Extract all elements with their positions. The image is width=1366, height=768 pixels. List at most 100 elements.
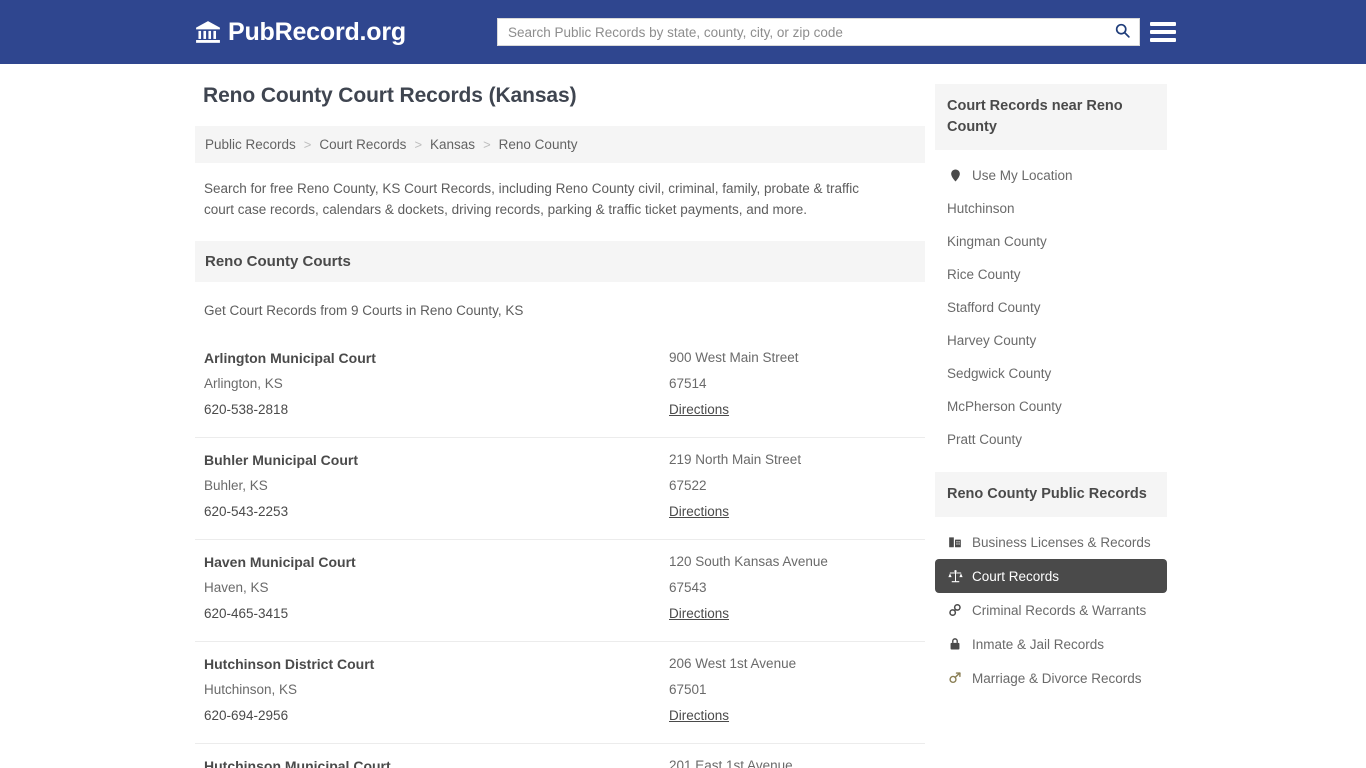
nearby-records-panel: Court Records near Reno County Use My Lo… bbox=[935, 84, 1167, 456]
sidebar-item-rice-county[interactable]: Rice County bbox=[935, 258, 1167, 291]
sidebar-item-label: Criminal Records & Warrants bbox=[972, 603, 1146, 618]
court-city-state: Buhler, KS bbox=[204, 473, 669, 499]
sidebar-item-label: Use My Location bbox=[972, 168, 1073, 183]
court-name: Hutchinson Municipal Court bbox=[204, 753, 669, 768]
table-row: Haven Municipal Court Haven, KS 620-465-… bbox=[195, 540, 925, 642]
bank-icon bbox=[195, 19, 221, 45]
court-phone: 620-694-2956 bbox=[204, 703, 669, 729]
breadcrumb-item-court-records[interactable]: Court Records bbox=[319, 137, 406, 152]
court-zip: 67543 bbox=[669, 575, 915, 601]
content-container: Reno County Court Records (Kansas) Publi… bbox=[195, 64, 1167, 768]
sidebar-item-business-licenses[interactable]: Business Licenses & Records bbox=[935, 525, 1167, 559]
sidebar-item-mcpherson-county[interactable]: McPherson County bbox=[935, 390, 1167, 423]
gender-icon bbox=[947, 670, 963, 686]
search-button[interactable] bbox=[1105, 19, 1139, 45]
breadcrumb-separator: > bbox=[414, 137, 422, 152]
breadcrumb-item-public-records[interactable]: Public Records bbox=[205, 137, 296, 152]
table-row: Hutchinson Municipal Court Hutchinson, K… bbox=[195, 744, 925, 768]
sidebar-item-label: Rice County bbox=[947, 267, 1021, 282]
court-info: Hutchinson District Court Hutchinson, KS… bbox=[204, 651, 669, 729]
sidebar-item-hutchinson[interactable]: Hutchinson bbox=[935, 192, 1167, 225]
scales-icon bbox=[947, 568, 963, 584]
court-info: Hutchinson Municipal Court Hutchinson, K… bbox=[204, 753, 669, 768]
court-address: 206 West 1st Avenue bbox=[669, 651, 915, 677]
hamburger-bar bbox=[1150, 30, 1176, 34]
court-address: 219 North Main Street bbox=[669, 447, 915, 473]
lock-icon bbox=[947, 636, 963, 652]
court-address-block: 219 North Main Street 67522 Directions bbox=[669, 447, 915, 525]
directions-link[interactable]: Directions bbox=[669, 397, 729, 423]
court-address: 201 East 1st Avenue bbox=[669, 753, 915, 768]
court-phone: 620-543-2253 bbox=[204, 499, 669, 525]
search-icon bbox=[1114, 22, 1131, 42]
nearby-panel-list: Use My Location Hutchinson Kingman Count… bbox=[935, 150, 1167, 456]
sidebar-item-criminal-records[interactable]: Criminal Records & Warrants bbox=[935, 593, 1167, 627]
sidebar-item-harvey-county[interactable]: Harvey County bbox=[935, 324, 1167, 357]
sidebar-item-label: McPherson County bbox=[947, 399, 1062, 414]
logo-text: PubRecord.org bbox=[228, 18, 406, 47]
court-info: Haven Municipal Court Haven, KS 620-465-… bbox=[204, 549, 669, 627]
court-address-block: 206 West 1st Avenue 67501 Directions bbox=[669, 651, 915, 729]
sidebar-item-label: Pratt County bbox=[947, 432, 1022, 447]
records-panel-heading: Reno County Public Records bbox=[935, 472, 1167, 517]
sidebar-item-use-my-location[interactable]: Use My Location bbox=[935, 158, 1167, 192]
court-list: Arlington Municipal Court Arlington, KS … bbox=[195, 336, 925, 768]
sidebar-item-label: Inmate & Jail Records bbox=[972, 637, 1104, 652]
hamburger-bar bbox=[1150, 22, 1176, 26]
court-address-block: 120 South Kansas Avenue 67543 Directions bbox=[669, 549, 915, 627]
table-row: Hutchinson District Court Hutchinson, KS… bbox=[195, 642, 925, 744]
briefcase-icon bbox=[947, 534, 963, 550]
court-zip: 67514 bbox=[669, 371, 915, 397]
court-info: Buhler Municipal Court Buhler, KS 620-54… bbox=[204, 447, 669, 525]
sidebar-item-label: Harvey County bbox=[947, 333, 1036, 348]
sidebar-item-court-records[interactable]: Court Records bbox=[935, 559, 1167, 593]
table-row: Arlington Municipal Court Arlington, KS … bbox=[195, 336, 925, 438]
map-pin-icon bbox=[947, 167, 963, 183]
directions-link[interactable]: Directions bbox=[669, 601, 729, 627]
court-name: Haven Municipal Court bbox=[204, 549, 669, 575]
sidebar-item-label: Sedgwick County bbox=[947, 366, 1051, 381]
court-city-state: Haven, KS bbox=[204, 575, 669, 601]
page-body: Reno County Court Records (Kansas) Publi… bbox=[0, 64, 1366, 768]
main-column: Reno County Court Records (Kansas) Publi… bbox=[195, 84, 925, 768]
records-panel-list: Business Licenses & Records bbox=[935, 517, 1167, 695]
search-bar[interactable] bbox=[497, 18, 1140, 46]
nearby-panel-heading: Court Records near Reno County bbox=[935, 84, 1167, 150]
court-zip: 67501 bbox=[669, 677, 915, 703]
search-input[interactable] bbox=[498, 19, 1105, 45]
sidebar-item-label: Kingman County bbox=[947, 234, 1047, 249]
directions-link[interactable]: Directions bbox=[669, 703, 729, 729]
breadcrumb-item-reno-county[interactable]: Reno County bbox=[499, 137, 578, 152]
page-title: Reno County Court Records (Kansas) bbox=[203, 84, 925, 108]
page-intro-text: Search for free Reno County, KS Court Re… bbox=[195, 163, 895, 241]
sidebar-item-sedgwick-county[interactable]: Sedgwick County bbox=[935, 357, 1167, 390]
breadcrumb-item-kansas[interactable]: Kansas bbox=[430, 137, 475, 152]
site-logo[interactable]: PubRecord.org bbox=[195, 18, 406, 47]
court-info: Arlington Municipal Court Arlington, KS … bbox=[204, 345, 669, 423]
court-zip: 67522 bbox=[669, 473, 915, 499]
sidebar-item-pratt-county[interactable]: Pratt County bbox=[935, 423, 1167, 456]
sidebar-item-stafford-county[interactable]: Stafford County bbox=[935, 291, 1167, 324]
court-name: Arlington Municipal Court bbox=[204, 345, 669, 371]
sidebar: Court Records near Reno County Use My Lo… bbox=[935, 84, 1167, 768]
sidebar-item-label: Stafford County bbox=[947, 300, 1041, 315]
table-row: Buhler Municipal Court Buhler, KS 620-54… bbox=[195, 438, 925, 540]
hamburger-icon[interactable] bbox=[1150, 19, 1176, 45]
sidebar-item-label: Hutchinson bbox=[947, 201, 1015, 216]
court-name: Buhler Municipal Court bbox=[204, 447, 669, 473]
court-city-state: Arlington, KS bbox=[204, 371, 669, 397]
court-city-state: Hutchinson, KS bbox=[204, 677, 669, 703]
courts-section-subheading: Get Court Records from 9 Courts in Reno … bbox=[195, 282, 925, 336]
sidebar-item-label: Business Licenses & Records bbox=[972, 535, 1151, 550]
court-phone: 620-538-2818 bbox=[204, 397, 669, 423]
breadcrumb-separator: > bbox=[483, 137, 491, 152]
directions-link[interactable]: Directions bbox=[669, 499, 729, 525]
courts-section-heading: Reno County Courts bbox=[195, 241, 925, 282]
sidebar-item-inmate-jail-records[interactable]: Inmate & Jail Records bbox=[935, 627, 1167, 661]
court-address: 900 West Main Street bbox=[669, 345, 915, 371]
sidebar-item-kingman-county[interactable]: Kingman County bbox=[935, 225, 1167, 258]
court-phone: 620-465-3415 bbox=[204, 601, 669, 627]
public-records-panel: Reno County Public Records bbox=[935, 472, 1167, 695]
sidebar-item-marriage-divorce-records[interactable]: Marriage & Divorce Records bbox=[935, 661, 1167, 695]
court-name: Hutchinson District Court bbox=[204, 651, 669, 677]
